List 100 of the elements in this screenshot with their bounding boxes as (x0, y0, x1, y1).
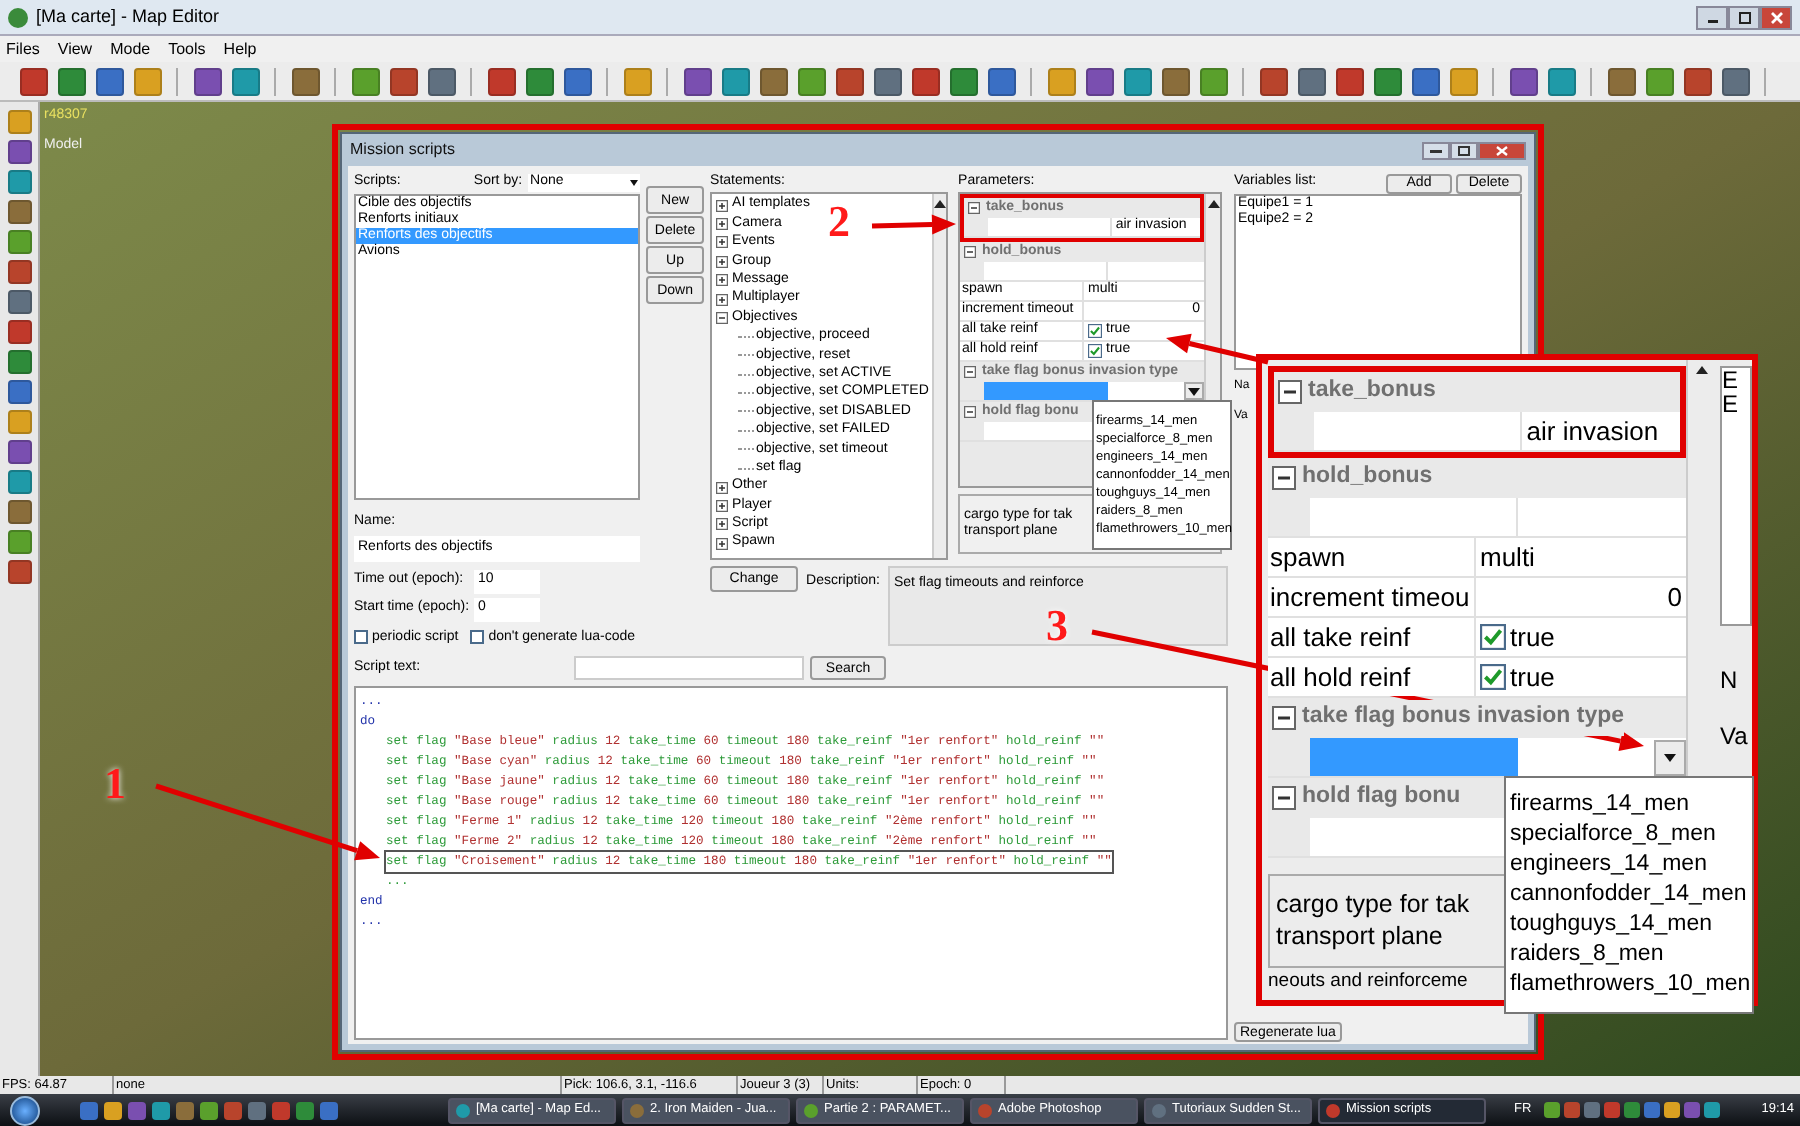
toolbar-button[interactable] (1506, 64, 1540, 98)
search-field[interactable] (574, 656, 804, 680)
toolbar-button[interactable] (794, 64, 828, 98)
toolbar-button[interactable] (1718, 64, 1752, 98)
toolbar-button[interactable] (908, 64, 942, 98)
toolbar-button[interactable] (1446, 64, 1480, 98)
dropdown-option[interactable]: flamethrowers_10_men (1510, 970, 1748, 1000)
expand-icon[interactable] (716, 293, 729, 306)
expand-icon[interactable] (716, 218, 729, 231)
selected-property-cell[interactable] (984, 382, 1109, 400)
checkbox[interactable] (1088, 324, 1103, 338)
list-item[interactable]: E (1722, 392, 1750, 416)
toolbar-button[interactable] (1408, 64, 1442, 98)
expand-icon[interactable] (716, 236, 729, 249)
menu-item[interactable]: View (57, 41, 93, 57)
toolbar-button[interactable] (190, 64, 224, 98)
minimize-button[interactable] (1696, 5, 1728, 29)
toolbar-button[interactable] (2, 498, 36, 526)
toolbar-button[interactable] (484, 64, 518, 98)
menu-item[interactable]: Mode (110, 41, 151, 57)
toolbar-button[interactable] (2, 528, 36, 556)
expand-icon[interactable] (716, 499, 729, 512)
checkbox[interactable] (1480, 664, 1506, 690)
toolbar-button[interactable] (1196, 64, 1230, 98)
collapse-icon[interactable] (968, 202, 981, 214)
toolbar-button[interactable] (2, 228, 36, 256)
toolbar-button[interactable] (92, 64, 126, 98)
checkbox[interactable] (1480, 624, 1506, 650)
dropdown-button[interactable] (1184, 382, 1205, 400)
toolbar-button[interactable] (2, 558, 36, 586)
expand-icon[interactable] (716, 481, 729, 494)
menu-item[interactable]: Help (223, 41, 257, 57)
toolbar-button[interactable] (2, 258, 36, 286)
checkbox[interactable] (354, 630, 368, 645)
toolbar-button[interactable] (1680, 64, 1714, 98)
toolbar-button[interactable] (2, 318, 36, 346)
toolbar-button[interactable] (832, 64, 866, 98)
dropdown-option[interactable]: specialforce_8_men (1510, 820, 1748, 850)
expand-icon[interactable] (716, 518, 729, 531)
toolbar-button[interactable] (1120, 64, 1154, 98)
list-item[interactable]: E (1722, 368, 1750, 392)
dropdown-option[interactable]: toughguys_14_men (1510, 910, 1748, 940)
toolbar-button[interactable] (424, 64, 458, 98)
toolbar-button[interactable] (680, 64, 714, 98)
toolbar-button[interactable] (2, 138, 36, 166)
toolbar-button[interactable] (16, 64, 50, 98)
toolbar-button[interactable] (522, 64, 556, 98)
toolbar-button[interactable] (2, 378, 36, 406)
toolbar-button[interactable] (620, 64, 654, 98)
close-button[interactable] (1478, 141, 1526, 159)
toolbar-button[interactable] (2, 288, 36, 316)
toolbar-button[interactable] (1082, 64, 1116, 98)
toolbar-button[interactable] (2, 408, 36, 436)
toolbar-button[interactable] (2, 468, 36, 496)
menu-item[interactable]: Files (6, 41, 40, 57)
collapse-icon[interactable] (716, 312, 729, 325)
selected-property-cell[interactable] (1309, 738, 1518, 776)
toolbar-button[interactable] (130, 64, 164, 98)
menu-item[interactable]: Tools (168, 41, 206, 57)
toolbar-button[interactable] (1370, 64, 1404, 98)
toolbar-button[interactable] (756, 64, 790, 98)
toolbar-button[interactable] (2, 438, 36, 466)
expand-icon[interactable] (716, 255, 729, 268)
toolbar-button[interactable] (1604, 64, 1638, 98)
toolbar-button[interactable] (54, 64, 88, 98)
toolbar-button[interactable] (1158, 64, 1192, 98)
expand-icon[interactable] (716, 199, 729, 212)
toolbar-button[interactable] (386, 64, 420, 98)
collapse-icon[interactable] (1278, 380, 1302, 404)
collapse-icon[interactable] (1272, 786, 1296, 810)
toolbar-button[interactable] (2, 198, 36, 226)
toolbar-button[interactable] (1294, 64, 1328, 98)
dropdown-button[interactable] (1654, 739, 1686, 775)
map-view[interactable] (40, 102, 1800, 1076)
collapse-icon[interactable] (1272, 466, 1296, 490)
collapse-icon[interactable] (964, 406, 977, 418)
toolbar-button[interactable] (1642, 64, 1676, 98)
toolbar-button[interactable] (870, 64, 904, 98)
toolbar-button[interactable] (2, 348, 36, 376)
close-button[interactable] (1760, 5, 1792, 29)
toolbar-button[interactable] (946, 64, 980, 98)
expand-icon[interactable] (716, 537, 729, 550)
toolbar-button[interactable] (560, 64, 594, 98)
collapse-icon[interactable] (964, 366, 977, 378)
dropdown-option[interactable]: engineers_14_men (1510, 850, 1748, 880)
dropdown-option[interactable]: raiders_8_men (1510, 940, 1748, 970)
toolbar-button[interactable] (718, 64, 752, 98)
toolbar-button[interactable] (2, 168, 36, 196)
checkbox[interactable] (1088, 344, 1103, 358)
expand-icon[interactable] (716, 274, 729, 287)
toolbar-button[interactable] (228, 64, 262, 98)
dropdown-option[interactable]: cannonfodder_14_men (1510, 880, 1748, 910)
collapse-icon[interactable] (964, 246, 977, 258)
toolbar-button[interactable] (288, 64, 322, 98)
toolbar-button[interactable] (1256, 64, 1290, 98)
dropdown-option[interactable]: firearms_14_men (1510, 790, 1748, 820)
collapse-icon[interactable] (1272, 706, 1296, 730)
toolbar-button[interactable] (1332, 64, 1366, 98)
script-text-area[interactable] (354, 686, 1228, 1040)
start-button[interactable] (10, 1095, 40, 1125)
